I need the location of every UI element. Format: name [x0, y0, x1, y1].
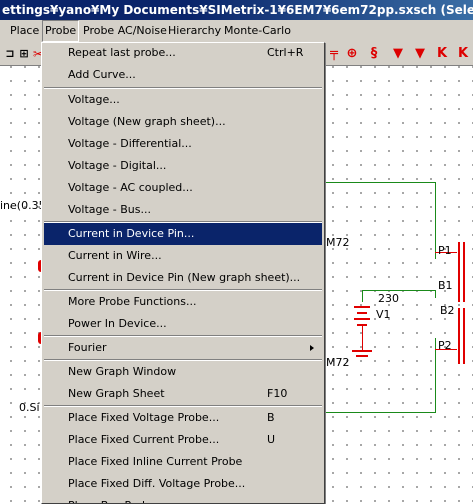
battery-plate: [354, 306, 370, 308]
wire[interactable]: [362, 290, 363, 302]
diode-icon[interactable]: ▼: [412, 46, 428, 62]
pin-label: P1: [438, 244, 452, 257]
menu-item-current-device-pin-new-sheet[interactable]: Current in Device Pin (New graph sheet).…: [44, 267, 322, 289]
menu-monte-carlo[interactable]: Monte-Carlo: [222, 20, 293, 42]
window-title: ettings¥yano¥My Documents¥SIMetrix-1¥6EM…: [2, 3, 473, 17]
menu-item-current-in-wire[interactable]: Current in Wire...: [44, 245, 322, 267]
transistor-icon[interactable]: K: [434, 46, 450, 62]
transistor-icon[interactable]: K: [455, 46, 471, 62]
menu-item-place-fixed-current-probe[interactable]: Place Fixed Current Probe... U: [44, 429, 322, 451]
menu-probe[interactable]: Probe: [42, 20, 80, 42]
window-title-bar: ettings¥yano¥My Documents¥SIMetrix-1¥6EM…: [0, 0, 473, 20]
menu-item-add-curve[interactable]: Add Curve...: [44, 64, 322, 86]
schematic-label[interactable]: ine(0.35: [0, 199, 46, 212]
menu-item-fourier[interactable]: Fourier: [44, 337, 322, 359]
menu-hierarchy[interactable]: Hierarchy: [166, 20, 223, 42]
menu-item-place-bus-probe[interactable]: Place Bus Probe...: [44, 495, 322, 503]
schematic-label[interactable]: 0.Si: [19, 401, 40, 414]
menu-item-voltage-new-sheet[interactable]: Voltage (New graph sheet)...: [44, 111, 322, 133]
ground-symbol: [352, 350, 372, 352]
wire[interactable]: [325, 412, 436, 413]
menu-place[interactable]: Place: [8, 20, 41, 42]
source-lead: [362, 326, 363, 350]
menu-item-voltage-ac-coupled[interactable]: Voltage - AC coupled...: [44, 177, 322, 199]
transformer-winding: [463, 242, 465, 302]
wire[interactable]: [325, 182, 435, 183]
menu-item-place-fixed-diff-voltage-probe[interactable]: Place Fixed Diff. Voltage Probe...: [44, 473, 322, 495]
menu-bar: Place Probe Probe AC/Noise Hierarchy Mon…: [0, 20, 473, 42]
transformer-winding: [458, 308, 460, 364]
battery-plate: [357, 312, 367, 314]
ground-icon[interactable]: ╤: [326, 46, 342, 62]
ground-symbol: [356, 355, 368, 357]
schematic-label[interactable]: V1: [376, 308, 391, 321]
wire[interactable]: [435, 182, 436, 259]
battery-plate: [354, 318, 370, 320]
pin-label: P2: [438, 339, 452, 352]
menu-item-voltage-digital[interactable]: Voltage - Digital...: [44, 155, 322, 177]
menu-item-voltage-differential[interactable]: Voltage - Differential...: [44, 133, 322, 155]
schematic-label[interactable]: M72: [326, 236, 350, 249]
menu-item-more-probe-functions[interactable]: More Probe Functions...: [44, 291, 322, 313]
menu-item-voltage-bus[interactable]: Voltage - Bus...: [44, 199, 322, 221]
menu-item-place-fixed-inline-current-probe[interactable]: Place Fixed Inline Current Probe: [44, 451, 322, 473]
menu-item-power-in-device[interactable]: Power In Device...: [44, 313, 322, 335]
pin-label: B2: [440, 304, 455, 317]
menu-item-new-graph-window[interactable]: New Graph Window: [44, 361, 322, 383]
wire[interactable]: [435, 290, 436, 298]
schematic-label[interactable]: 230: [378, 292, 399, 305]
schematic-label[interactable]: M72: [326, 356, 350, 369]
transformer-winding: [463, 308, 465, 364]
menu-item-current-in-device-pin[interactable]: Current in Device Pin...: [44, 223, 322, 245]
menu-probe-ac-noise[interactable]: Probe AC/Noise: [81, 20, 169, 42]
pin-label: B1: [438, 279, 453, 292]
menu-item-repeat-last-probe[interactable]: Repeat last probe... Ctrl+R: [44, 43, 322, 64]
probe-menu: Repeat last probe... Ctrl+R Add Curve...…: [41, 42, 325, 504]
source-circle-icon[interactable]: ⊕: [344, 46, 360, 62]
menu-item-voltage[interactable]: Voltage...: [44, 89, 322, 111]
transformer-winding: [458, 242, 460, 302]
diode-icon[interactable]: ▼: [390, 46, 406, 62]
submenu-arrow-icon: [310, 345, 314, 351]
menu-item-place-fixed-voltage-probe[interactable]: Place Fixed Voltage Probe... B: [44, 407, 322, 429]
wire[interactable]: [362, 290, 436, 291]
coil-icon[interactable]: §: [366, 46, 382, 62]
menu-item-new-graph-sheet[interactable]: New Graph Sheet F10: [44, 383, 322, 405]
